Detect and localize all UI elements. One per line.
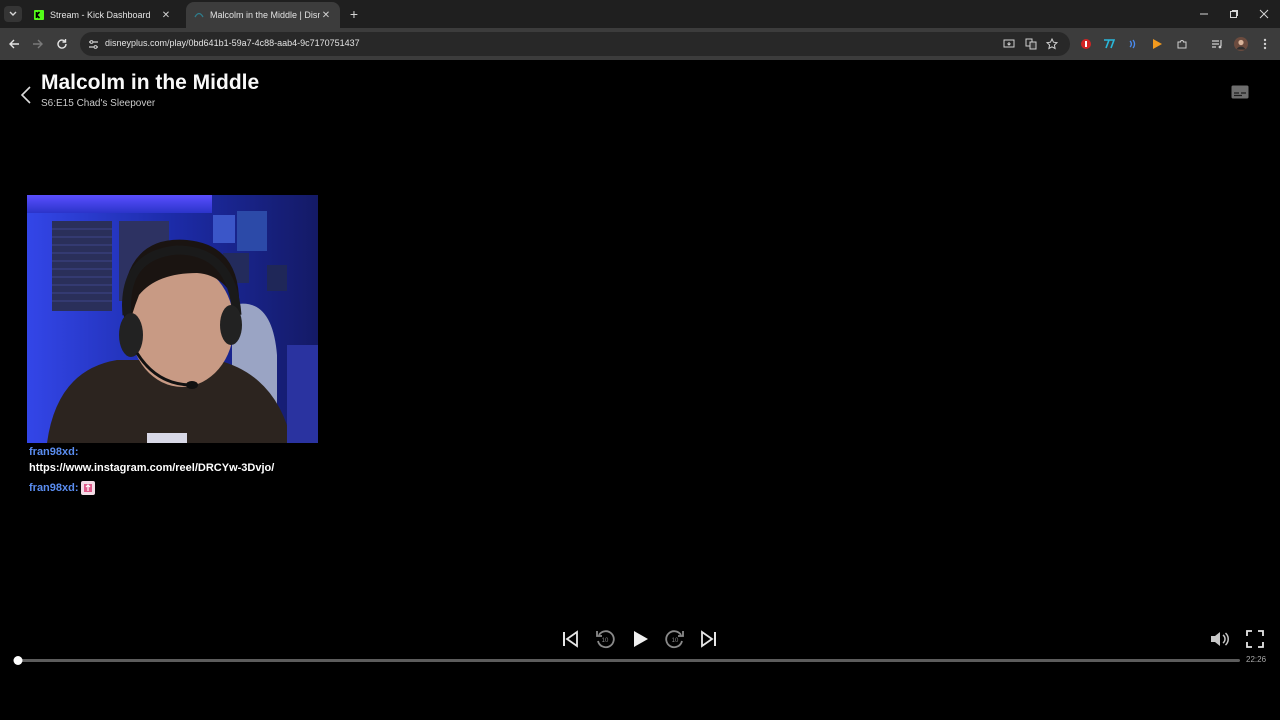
svg-text:10: 10: [672, 638, 679, 644]
extension-red-icon[interactable]: [1078, 36, 1094, 52]
player-back-button[interactable]: [16, 82, 36, 108]
back-arrow-icon[interactable]: [6, 36, 22, 52]
kick-icon: [34, 10, 44, 20]
subtitles-icon[interactable]: [1231, 85, 1249, 99]
forward-arrow-icon[interactable]: [30, 36, 46, 52]
chat-message: fran98xd:: [29, 446, 79, 458]
tab-search-button[interactable]: [4, 6, 22, 22]
close-tab-icon[interactable]: ✕: [320, 9, 332, 21]
tab-title: Malcolm in the Middle | Disney+: [210, 10, 320, 20]
address-bar[interactable]: disneyplus.com/play/0bd641b1-59a7-4c88-a…: [80, 32, 1070, 56]
svg-text:10: 10: [602, 638, 609, 644]
profile-avatar-icon[interactable]: [1233, 36, 1249, 52]
url-text: disneyplus.com/play/0bd641b1-59a7-4c88-a…: [105, 38, 360, 48]
next-episode-button[interactable]: [697, 627, 721, 651]
install-app-icon[interactable]: [1001, 36, 1017, 52]
fullscreen-button[interactable]: [1243, 627, 1267, 651]
streamer-webcam-image: [27, 195, 318, 443]
show-title: Malcolm in the Middle: [41, 71, 260, 94]
tab-disney-plus[interactable]: Malcolm in the Middle | Disney+ ✕: [186, 2, 340, 28]
progress-scrubber[interactable]: [13, 656, 23, 665]
browser-menu-icon[interactable]: [1257, 36, 1273, 52]
episode-title: S6:E15 Chad's Sleepover: [41, 98, 156, 109]
progress-bar[interactable]: [13, 656, 1240, 665]
minimize-icon[interactable]: [1196, 6, 1212, 22]
play-button[interactable]: [628, 627, 652, 651]
new-tab-button[interactable]: +: [346, 6, 362, 22]
chat-message-text: https://www.instagram.com/reel/DRCYw-3Dv…: [29, 462, 274, 474]
chat-message: fran98xd:: [29, 481, 95, 495]
translate-icon[interactable]: [1023, 36, 1039, 52]
site-settings-icon[interactable]: [86, 37, 100, 51]
chat-username[interactable]: fran98xd:: [29, 482, 79, 494]
browser-tabstrip: Stream - Kick Dashboard ✕ Malcolm in the…: [0, 0, 1280, 28]
media-controls-icon[interactable]: [1209, 36, 1225, 52]
disneyplus-icon: [194, 10, 204, 20]
remaining-time: 22:26: [1246, 655, 1267, 664]
reload-icon[interactable]: [54, 36, 70, 52]
forward-10-icon: 10: [665, 630, 684, 649]
chat-link[interactable]: https://www.instagram.com/reel/DRCYw-3Dv…: [29, 462, 274, 474]
restore-icon[interactable]: [1226, 6, 1242, 22]
chevron-down-icon: [9, 11, 17, 16]
sticker-emote-icon: [80, 481, 95, 495]
play-icon: [634, 631, 648, 647]
volume-icon: [1211, 632, 1229, 646]
webcam-overlay: [27, 195, 318, 443]
rewind-10-button[interactable]: 10: [593, 627, 617, 651]
browser-toolbar: disneyplus.com/play/0bd641b1-59a7-4c88-a…: [0, 28, 1280, 60]
tab-title: Stream - Kick Dashboard: [50, 10, 151, 20]
bookmark-star-icon[interactable]: [1044, 36, 1060, 52]
volume-button[interactable]: [1207, 627, 1231, 651]
chat-username[interactable]: fran98xd:: [29, 446, 79, 458]
chevron-left-icon: [20, 86, 31, 104]
extension-play-icon[interactable]: [1149, 36, 1165, 52]
previous-episode-button[interactable]: [558, 627, 582, 651]
forward-10-button[interactable]: 10: [663, 627, 687, 651]
fullscreen-icon: [1246, 630, 1264, 648]
skip-previous-icon: [563, 630, 578, 648]
tab-kick-dashboard[interactable]: Stream - Kick Dashboard ✕: [26, 2, 180, 28]
close-window-icon[interactable]: [1256, 6, 1272, 22]
extensions-puzzle-icon[interactable]: [1174, 36, 1190, 52]
close-tab-icon[interactable]: ✕: [160, 9, 172, 21]
rewind-10-icon: 10: [596, 630, 615, 649]
skip-next-icon: [701, 630, 716, 648]
video-player[interactable]: Malcolm in the Middle S6:E15 Chad's Slee…: [0, 60, 1280, 720]
extension-7tv-icon[interactable]: [1101, 36, 1117, 52]
extension-audio-icon[interactable]: [1125, 36, 1141, 52]
